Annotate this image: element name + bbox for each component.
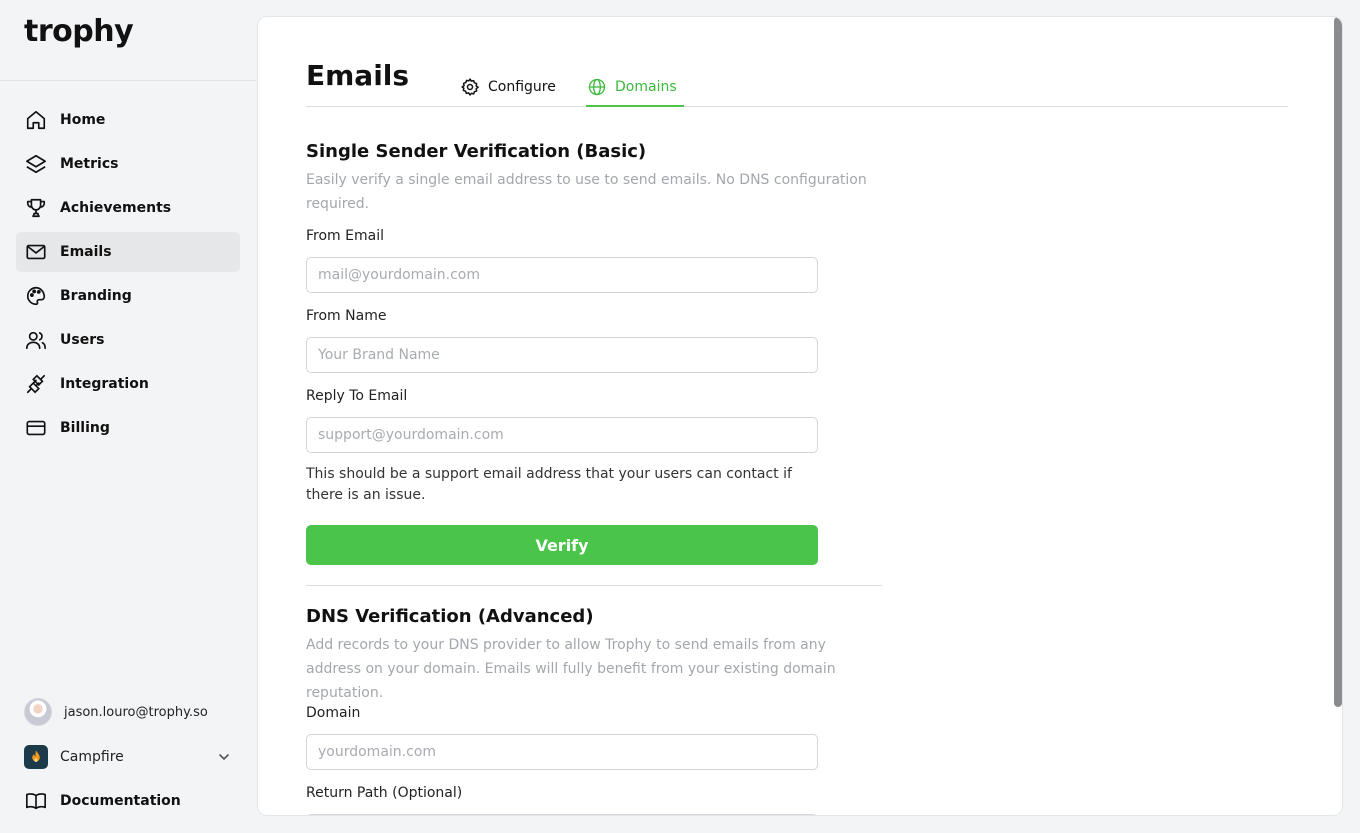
sidebar-item-integration[interactable]: Integration: [16, 364, 240, 404]
from-name-input[interactable]: [306, 337, 818, 373]
domain-input[interactable]: [306, 734, 818, 770]
page-title: Emails: [306, 59, 410, 92]
avatar: [24, 698, 52, 726]
users-icon: [24, 328, 48, 352]
flame-icon: [24, 745, 48, 769]
reply-to-input[interactable]: [306, 417, 818, 453]
tab-domains[interactable]: Domains: [587, 67, 677, 107]
sidebar-item-label: Emails: [60, 244, 112, 260]
layers-icon: [24, 152, 48, 176]
sidebar-nav: Home Metrics Achievements Emails Brandin…: [16, 100, 240, 452]
tab-label: Configure: [488, 79, 556, 95]
section-divider: [306, 585, 882, 586]
return-path-input[interactable]: [306, 814, 818, 815]
documentation-label: Documentation: [60, 793, 181, 809]
sidebar-item-metrics[interactable]: Metrics: [16, 144, 240, 184]
reply-to-label: Reply To Email: [306, 388, 408, 404]
single-sender-description: Easily verify a single email address to …: [306, 172, 867, 212]
credit-card-icon: [24, 416, 48, 440]
return-path-label: Return Path (Optional): [306, 785, 463, 801]
sidebar-item-emails[interactable]: Emails: [16, 232, 240, 272]
org-switcher[interactable]: Campfire: [16, 738, 240, 776]
sidebar-divider: [0, 80, 256, 81]
palette-icon: [24, 284, 48, 308]
from-email-label: From Email: [306, 228, 384, 244]
plug-icon: [24, 372, 48, 396]
trophy-icon: [24, 196, 48, 220]
book-icon: [24, 789, 48, 813]
tabs-divider: [306, 106, 1288, 107]
sidebar-item-label: Achievements: [60, 200, 172, 216]
tab-configure[interactable]: Configure: [460, 67, 556, 107]
domain-label: Domain: [306, 705, 361, 721]
sidebar-item-label: Metrics: [60, 156, 119, 172]
home-icon: [24, 108, 48, 132]
sidebar-item-label: Branding: [60, 288, 132, 304]
app-logo[interactable]: trophy: [24, 14, 134, 49]
active-tab-indicator: [586, 105, 684, 107]
verify-button[interactable]: Verify: [306, 525, 818, 565]
gear-icon: [461, 78, 479, 96]
from-email-input[interactable]: [306, 257, 818, 293]
dns-verification-description: Add records to your DNS provider to allo…: [306, 637, 836, 701]
sidebar-item-billing[interactable]: Billing: [16, 408, 240, 448]
tab-label: Domains: [615, 79, 677, 95]
mail-icon: [24, 240, 48, 264]
reply-to-hint: This should be a support email address t…: [306, 466, 792, 503]
org-name: Campfire: [60, 749, 124, 765]
sidebar-item-users[interactable]: Users: [16, 320, 240, 360]
dns-verification-title: DNS Verification (Advanced): [306, 606, 594, 627]
sidebar-item-home[interactable]: Home: [16, 100, 240, 140]
user-email: jason.louro@trophy.so: [64, 704, 208, 720]
chevron-down-icon: [219, 754, 229, 761]
documentation-link[interactable]: Documentation: [16, 782, 240, 820]
globe-icon: [588, 78, 606, 96]
vertical-scrollbar[interactable]: [1334, 17, 1342, 707]
sidebar-item-label: Home: [60, 112, 106, 128]
sidebar: trophy Home Metrics Achievements Emails: [0, 0, 256, 833]
user-account[interactable]: jason.louro@trophy.so: [16, 694, 240, 730]
from-name-label: From Name: [306, 308, 387, 324]
sidebar-item-branding[interactable]: Branding: [16, 276, 240, 316]
sidebar-item-label: Billing: [60, 420, 110, 436]
sidebar-item-achievements[interactable]: Achievements: [16, 188, 240, 228]
sidebar-item-label: Users: [60, 332, 105, 348]
main-panel: Emails Configure Domains Single Sender V…: [257, 16, 1343, 816]
sidebar-item-label: Integration: [60, 376, 149, 392]
single-sender-title: Single Sender Verification (Basic): [306, 141, 647, 162]
